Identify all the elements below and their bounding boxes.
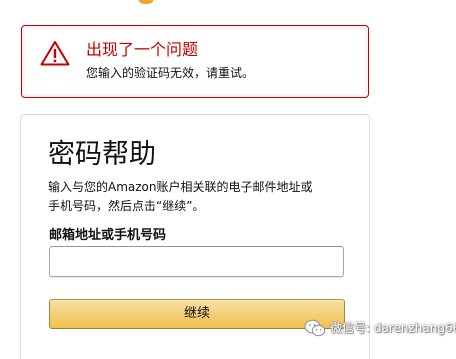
- wechat-watermark: 微信号: darenzhang66: [304, 318, 456, 338]
- warning-triangle-icon: [40, 40, 70, 66]
- page-title: 密码帮助: [48, 139, 156, 170]
- instructions-line-1: 输入与您的Amazon账户相关联的电子邮件地址或: [48, 180, 313, 194]
- watermark-text: 微信号: darenzhang66: [330, 321, 456, 335]
- instructions-line-2: 手机号码，然后点击“继续”。: [48, 199, 205, 213]
- email-or-phone-label: 邮箱地址或手机号码: [49, 228, 167, 243]
- email-or-phone-input[interactable]: [49, 246, 344, 277]
- logo-fragment: [138, 0, 154, 4]
- wechat-icon: [304, 319, 326, 337]
- instructions-text: 输入与您的Amazon账户相关联的电子邮件地址或 手机号码，然后点击“继续”。: [48, 178, 353, 216]
- alert-title: 出现了一个问题: [86, 40, 199, 59]
- error-alert: 出现了一个问题 您输入的验证码无效，请重试。: [21, 25, 369, 98]
- continue-button[interactable]: 继续: [49, 299, 345, 329]
- alert-message: 您输入的验证码无效，请重试。: [86, 66, 255, 80]
